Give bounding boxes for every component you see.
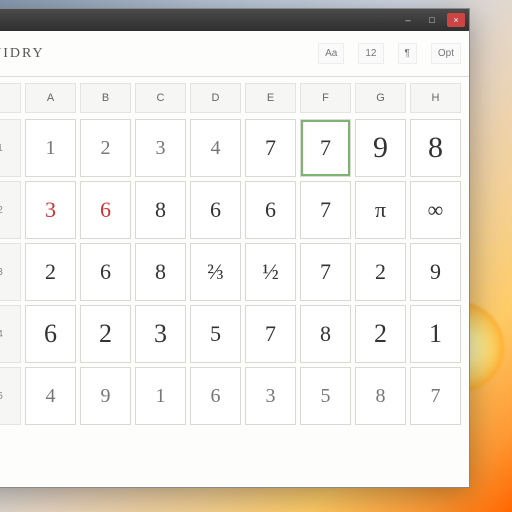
col-header: E xyxy=(245,83,296,113)
glyph-cell[interactable]: π xyxy=(355,181,406,239)
glyph-cell[interactable]: 8 xyxy=(355,367,406,425)
glyph-cell-selected[interactable]: 7 xyxy=(300,119,351,177)
glyph-cell[interactable]: 9 xyxy=(355,119,406,177)
glyph-cell[interactable]: 8 xyxy=(135,181,186,239)
glyph-cell[interactable]: 6 xyxy=(245,181,296,239)
col-header: A xyxy=(25,83,76,113)
header-corner xyxy=(0,83,21,113)
row-label: 5 xyxy=(0,367,21,425)
glyph-cell[interactable]: 6 xyxy=(80,181,131,239)
col-header: C xyxy=(135,83,186,113)
glyph-cell[interactable]: 7 xyxy=(300,181,351,239)
glyph-cell[interactable]: 4 xyxy=(190,119,241,177)
maximize-button[interactable]: □ xyxy=(423,13,441,27)
glyph-cell[interactable]: 7 xyxy=(245,119,296,177)
app-title: OVIDRY xyxy=(0,46,45,62)
glyph-cell[interactable]: ⅔ xyxy=(190,243,241,301)
glyph-cell[interactable]: 2 xyxy=(355,243,406,301)
glyph-cell[interactable]: 5 xyxy=(300,367,351,425)
row-label: 4 xyxy=(0,305,21,363)
glyph-cell[interactable]: 5 xyxy=(190,305,241,363)
toolbar: OVIDRY Aa 12 ¶ Opt xyxy=(0,31,469,77)
col-header: H xyxy=(410,83,461,113)
glyph-cell[interactable]: 8 xyxy=(410,119,461,177)
glyph-grid: 1 1 2 3 4 7 7 9 8 2 3 6 8 6 6 7 π ∞ 3 2 … xyxy=(0,119,461,425)
glyph-cell[interactable]: 3 xyxy=(245,367,296,425)
col-header: F xyxy=(300,83,351,113)
col-header: D xyxy=(190,83,241,113)
row-label: 3 xyxy=(0,243,21,301)
glyph-cell[interactable]: 6 xyxy=(25,305,76,363)
glyph-cell[interactable]: 4 xyxy=(25,367,76,425)
glyph-cell[interactable]: 1 xyxy=(25,119,76,177)
glyph-cell[interactable]: 9 xyxy=(80,367,131,425)
glyph-grid-area: A B C D E F G H 1 1 2 3 4 7 7 9 8 2 3 6 … xyxy=(0,77,469,487)
toolbar-para-button[interactable]: ¶ xyxy=(398,43,417,64)
glyph-cell[interactable]: 2 xyxy=(80,119,131,177)
glyph-cell[interactable]: 7 xyxy=(245,305,296,363)
close-button[interactable]: × xyxy=(447,13,465,27)
titlebar: – □ × xyxy=(0,9,469,31)
glyph-cell[interactable]: 3 xyxy=(25,181,76,239)
glyph-cell[interactable]: 2 xyxy=(355,305,406,363)
toolbar-options-button[interactable]: Opt xyxy=(431,43,461,64)
row-label: 2 xyxy=(0,181,21,239)
col-header: G xyxy=(355,83,406,113)
glyph-cell[interactable]: 8 xyxy=(135,243,186,301)
glyph-cell[interactable]: 6 xyxy=(190,367,241,425)
glyph-cell[interactable]: 6 xyxy=(80,243,131,301)
glyph-cell[interactable]: 2 xyxy=(25,243,76,301)
glyph-cell[interactable]: 9 xyxy=(410,243,461,301)
glyph-cell[interactable]: 2 xyxy=(80,305,131,363)
row-label: 1 xyxy=(0,119,21,177)
character-map-window: – □ × OVIDRY Aa 12 ¶ Opt A B C D E F G H… xyxy=(0,8,470,488)
glyph-cell[interactable]: 1 xyxy=(135,367,186,425)
column-headers: A B C D E F G H xyxy=(0,83,461,113)
col-header: B xyxy=(80,83,131,113)
glyph-cell[interactable]: 6 xyxy=(190,181,241,239)
glyph-cell[interactable]: 7 xyxy=(410,367,461,425)
glyph-cell[interactable]: 8 xyxy=(300,305,351,363)
glyph-cell[interactable]: 7 xyxy=(300,243,351,301)
glyph-cell[interactable]: 3 xyxy=(135,119,186,177)
glyph-cell[interactable]: ½ xyxy=(245,243,296,301)
toolbar-font-button[interactable]: Aa xyxy=(318,43,344,64)
glyph-cell[interactable]: 1 xyxy=(410,305,461,363)
glyph-cell[interactable]: ∞ xyxy=(410,181,461,239)
minimize-button[interactable]: – xyxy=(399,13,417,27)
toolbar-size-button[interactable]: 12 xyxy=(358,43,383,64)
glyph-cell[interactable]: 3 xyxy=(135,305,186,363)
